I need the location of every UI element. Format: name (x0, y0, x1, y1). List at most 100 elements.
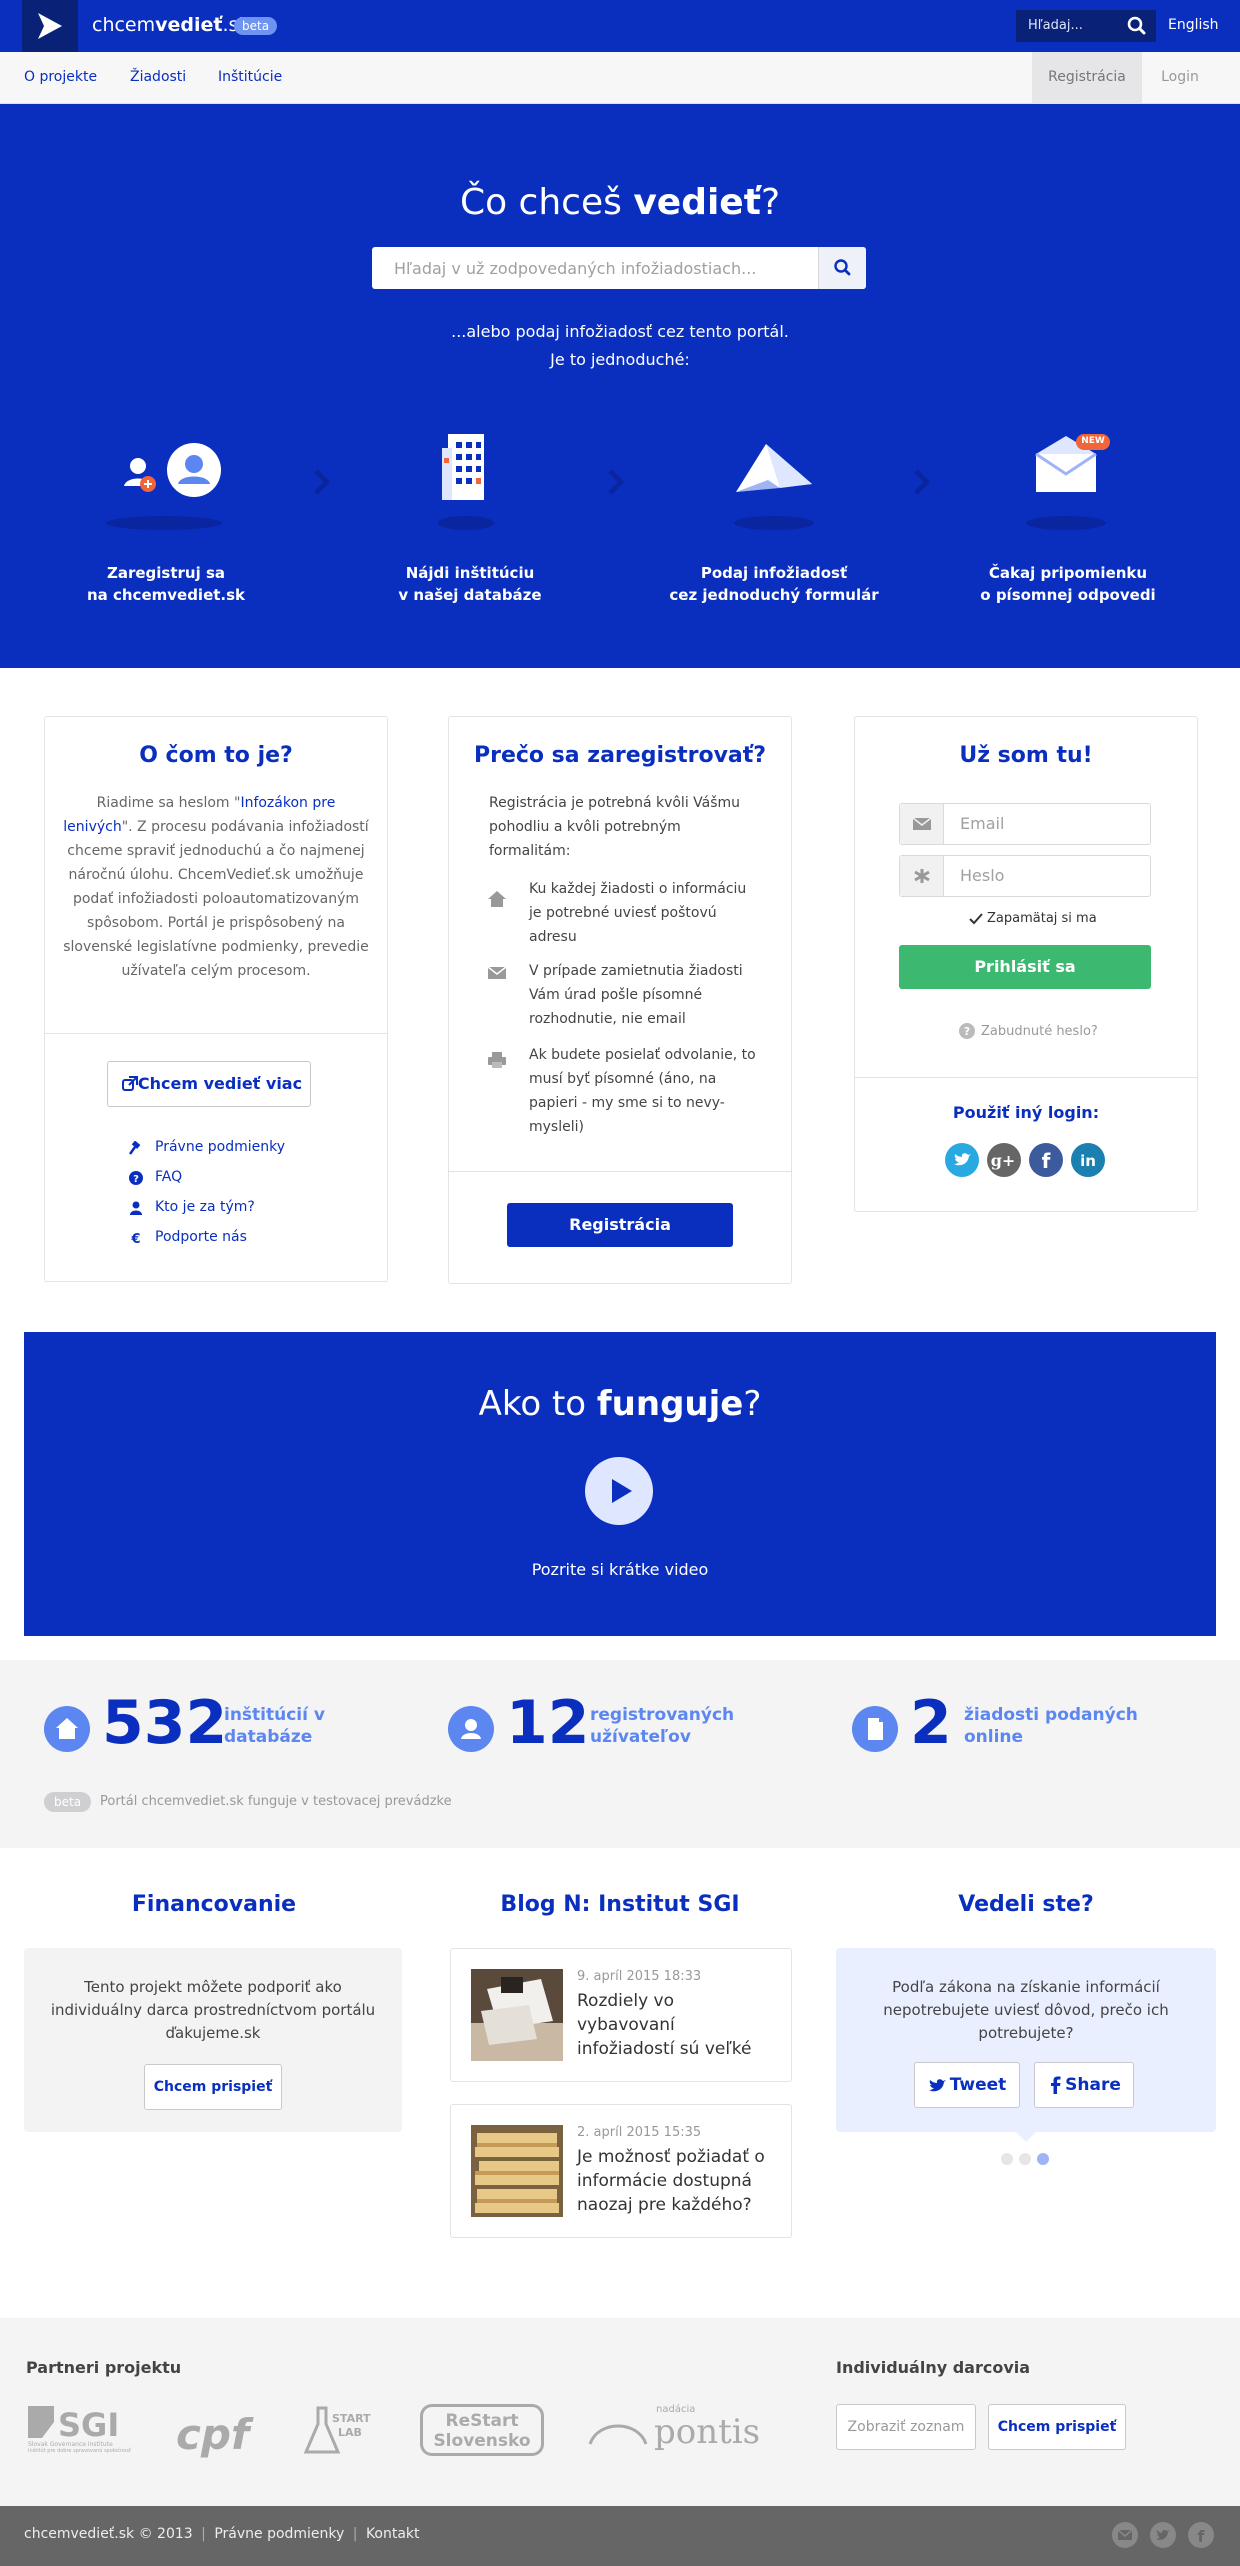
hero-search-button[interactable] (818, 247, 866, 289)
footer-contact-link[interactable]: Kontakt (366, 2526, 420, 2542)
more-info-button[interactable]: Chcem vedieť viac (107, 1061, 311, 1107)
logo[interactable] (22, 0, 78, 52)
video-caption: Pozrite si krátke video (531, 1560, 709, 1579)
show-donors-button[interactable]: Zobraziť zoznam (836, 2404, 976, 2450)
restart-sub: Slovensko (433, 2431, 531, 2451)
blog-title: Blog N: Institut SGI (500, 1892, 740, 1917)
hero-search-placeholder: Hľadaj v už zodpovedaných infožiadostiac… (394, 259, 757, 278)
remember-me-label[interactable]: Zapamätaj si ma (987, 911, 1097, 926)
step-arrow-icon (314, 469, 331, 495)
footer-twitter-icon[interactable] (1150, 2522, 1176, 2548)
header-search-button[interactable] (1118, 10, 1156, 42)
login-button[interactable]: Prihlásiť sa (899, 945, 1151, 989)
partner-logo-pontis[interactable]: nadácia pontis (588, 2404, 760, 2456)
nav-item-institucie[interactable]: Inštitúcie (218, 69, 282, 85)
stat-number-institutions: 532 (102, 1688, 228, 1758)
stat-icon-users (448, 1706, 494, 1752)
about-link-team[interactable]: Kto je za tým? (155, 1199, 255, 1215)
step-arrow-icon (608, 469, 625, 495)
linkedin-login-icon[interactable]: in (1071, 1143, 1105, 1177)
logo-prefix: chcem (92, 14, 156, 36)
checkmark-icon[interactable] (969, 913, 983, 925)
financing-contribute-button[interactable]: Chcem prispieť (144, 2064, 282, 2110)
why-intro: Registrácia je potrebná kvôli Vášmu poho… (489, 795, 741, 859)
top-bar: chcemvedieť.sk beta Hľadaj... English (0, 0, 1240, 52)
sgi-logo-sub1: Slovak Governance Institute (28, 2441, 113, 2448)
partner-logo-startlab[interactable]: START LAB (303, 2406, 374, 2458)
person-icon (461, 1719, 481, 1739)
google-plus-login-icon[interactable]: g+ (987, 1143, 1021, 1177)
search-icon (834, 259, 851, 276)
play-video-button[interactable] (584, 1456, 654, 1526)
stat-label-requests: žiadosti podaných online (964, 1705, 1138, 1747)
facebook-login-icon[interactable]: f (1029, 1143, 1063, 1177)
nav-bar: O projekte Žiadosti Inštitúcie Registrác… (0, 52, 1240, 104)
document-icon (868, 1718, 883, 1740)
donors-contribute-button[interactable]: Chcem prispieť (988, 2404, 1126, 2450)
divider (855, 1077, 1197, 1078)
site-name[interactable]: chcemvedieť.sk (92, 14, 249, 36)
tweet-button[interactable]: Tweet (914, 2062, 1020, 2108)
more-info-label: Chcem vedieť viac (137, 1074, 303, 1093)
startlab-sub: LAB (338, 2426, 362, 2439)
footer-separator: | (352, 2526, 358, 2542)
nav-item-ziadosti[interactable]: Žiadosti (130, 69, 186, 85)
nav-login[interactable]: Login (1142, 52, 1218, 103)
login-card: Už som tu! Email Heslo Zapamätaj si ma P… (854, 716, 1198, 1212)
external-link-icon (122, 1076, 138, 1091)
about-link-faq[interactable]: FAQ (155, 1169, 182, 1185)
pontis-text: pontis (654, 2412, 761, 2452)
register-button[interactable]: Registrácia (507, 1203, 733, 1247)
home-icon (56, 1718, 78, 1739)
envelope-icon (487, 966, 507, 979)
pontis-arc (588, 2424, 648, 2445)
nav-register[interactable]: Registrácia (1032, 52, 1142, 103)
email-field[interactable]: Email (899, 803, 1151, 845)
person-icon (130, 1201, 142, 1215)
footer-terms-link[interactable]: Právne podmienky (214, 2526, 344, 2542)
blog-post[interactable]: 9. apríl 2015 18:33 Rozdiely vo vybavova… (450, 1948, 792, 2082)
partner-logo-sgi[interactable]: SGI Slovak Governance Institute Inštitút… (26, 2404, 131, 2456)
hero-title: Čo chceš vedieť? (459, 182, 781, 223)
video-title: Ako to funguje? (478, 1384, 762, 1424)
other-login-title: Použiť iný login: (952, 1103, 1100, 1122)
twitter-icon (929, 2079, 946, 2092)
about-title: O čom to je? (139, 743, 293, 768)
svg-text:SGI: SGI (58, 2406, 119, 2444)
svg-text:g+: g+ (991, 1151, 1016, 1170)
blog-post-thumbnail (471, 2125, 563, 2217)
footer-facebook-icon[interactable]: f (1188, 2522, 1214, 2548)
stat-number-requests: 2 (910, 1688, 952, 1758)
forgot-password-link[interactable]: Zabudnuté heslo? (981, 1024, 1098, 1039)
blog-post-title[interactable]: Rozdiely vo vybavovaní infožiadostí sú v… (577, 1989, 777, 2061)
carousel-dots[interactable] (1000, 2152, 1054, 2166)
facts-box: Podľa zákona na získanie informácií nepo… (836, 1948, 1216, 2142)
restart-text: ReStart (445, 2411, 519, 2431)
startlab-text: START (332, 2412, 371, 2425)
partner-logo-cpf[interactable]: cpf (176, 2410, 249, 2459)
password-field[interactable]: Heslo (899, 855, 1151, 897)
hero-search-field[interactable]: Hľadaj v už zodpovedaných infožiadostiac… (372, 247, 866, 289)
about-link-support[interactable]: Podporte nás (155, 1229, 247, 1245)
svg-text:?: ? (964, 1025, 970, 1038)
blog-post-title[interactable]: Je možnosť požiadať o informácie dostupn… (577, 2145, 777, 2217)
stat-icon-institutions (44, 1706, 90, 1752)
nav-item-o-projekte[interactable]: O projekte (24, 69, 97, 85)
language-switch[interactable]: English (1168, 17, 1219, 33)
hero-subtitle: ...alebo podaj infožiadosť cez tento por… (451, 322, 789, 341)
step-shadow (106, 516, 222, 530)
hero-subtitle-2: Je to jednoduché: (550, 350, 690, 369)
share-label: Share (1065, 2075, 1121, 2095)
about-link-terms[interactable]: Právne podmienky (155, 1139, 285, 1155)
partner-logo-restart[interactable]: ReStart Slovensko (420, 2404, 544, 2456)
twitter-login-icon[interactable] (945, 1143, 979, 1177)
home-icon (488, 891, 506, 907)
share-button[interactable]: Share (1034, 2062, 1134, 2108)
facebook-icon (1051, 2076, 1061, 2094)
box-pointer (1016, 2132, 1036, 2142)
footer-email-icon[interactable] (1112, 2522, 1138, 2548)
email-addon (900, 804, 944, 844)
blog-post-date: 9. apríl 2015 18:33 (577, 1969, 702, 1984)
blog-post[interactable]: 2. apríl 2015 15:35 Je možnosť požiadať … (450, 2104, 792, 2238)
step-shadow (1026, 516, 1106, 530)
